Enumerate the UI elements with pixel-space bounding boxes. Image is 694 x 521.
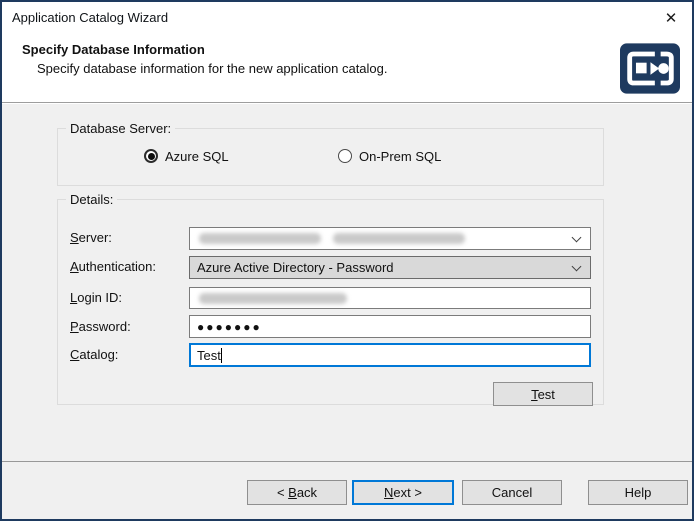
next-button-text: ext > <box>393 485 422 500</box>
chevron-down-icon[interactable] <box>572 232 582 242</box>
back-button[interactable]: < Back <box>247 480 347 505</box>
cancel-button-text: Cancel <box>492 485 532 500</box>
authentication-label: Authentication: <box>70 259 188 274</box>
password-label-accel: P <box>70 319 79 334</box>
server-combobox[interactable] <box>189 227 591 250</box>
page-title: Specify Database Information <box>22 42 205 57</box>
radio-onprem-sql-label: On-Prem SQL <box>359 149 441 164</box>
window-title: Application Catalog Wizard <box>12 2 168 33</box>
wizard-header: Specify Database Information Specify dat… <box>2 33 692 103</box>
back-button-text: ack <box>297 485 317 500</box>
catalog-input[interactable]: Test <box>189 343 591 367</box>
radio-onprem-sql[interactable]: On-Prem SQL <box>338 147 441 165</box>
next-button-accel: N <box>384 485 393 500</box>
database-server-group: Database Server: Azure SQL On-Prem SQL <box>57 128 604 186</box>
help-button[interactable]: Help <box>588 480 688 505</box>
authentication-combobox[interactable]: Azure Active Directory - Password <box>189 256 591 279</box>
login-id-label-text: ogin ID: <box>77 290 122 305</box>
authentication-value: Azure Active Directory - Password <box>197 260 394 275</box>
password-masked-value: ●●●●●●● <box>197 320 262 334</box>
back-button-prefix: < <box>277 485 288 500</box>
app-logo-icon <box>620 43 680 94</box>
server-label-text: erver: <box>79 230 112 245</box>
help-button-text: Help <box>625 485 652 500</box>
authentication-label-accel: A <box>70 259 79 274</box>
cancel-button[interactable]: Cancel <box>462 480 562 505</box>
text-caret <box>221 348 222 363</box>
radio-azure-sql[interactable]: Azure SQL <box>144 147 229 165</box>
server-label-accel: S <box>70 230 79 245</box>
back-button-accel: B <box>288 485 297 500</box>
password-label-text: assword: <box>79 319 131 334</box>
catalog-label: Catalog: <box>70 347 188 362</box>
close-icon[interactable]: ✕ <box>658 6 684 30</box>
password-label: Password: <box>70 319 188 334</box>
application-catalog-wizard-dialog: Application Catalog Wizard ✕ Specify Dat… <box>0 0 694 521</box>
test-button[interactable]: Test <box>493 382 593 406</box>
radio-azure-sql-label: Azure SQL <box>165 149 229 164</box>
login-id-label: Login ID: <box>70 290 188 305</box>
catalog-value: Test <box>197 348 221 363</box>
title-bar: Application Catalog Wizard ✕ <box>2 2 692 33</box>
catalog-label-accel: C <box>70 347 79 362</box>
redacted-text <box>199 293 347 304</box>
page-subtitle: Specify database information for the new… <box>37 61 388 76</box>
details-group: Details: Server: Authentication: Azure A… <box>57 199 604 405</box>
chevron-down-icon[interactable] <box>572 261 582 271</box>
redacted-text <box>199 233 321 244</box>
authentication-label-text: uthentication: <box>79 259 156 274</box>
password-input[interactable]: ●●●●●●● <box>189 315 591 338</box>
database-server-group-label: Database Server: <box>66 121 175 136</box>
catalog-label-text: atalog: <box>79 347 118 362</box>
redacted-text <box>333 233 465 244</box>
next-button[interactable]: Next > <box>352 480 454 505</box>
footer-divider <box>2 461 692 462</box>
login-id-input[interactable] <box>189 287 591 309</box>
details-group-label: Details: <box>66 192 117 207</box>
radio-unselected-icon[interactable] <box>338 149 352 163</box>
radio-selected-icon[interactable] <box>144 149 158 163</box>
server-label: Server: <box>70 230 188 245</box>
test-button-text: est <box>538 387 555 402</box>
